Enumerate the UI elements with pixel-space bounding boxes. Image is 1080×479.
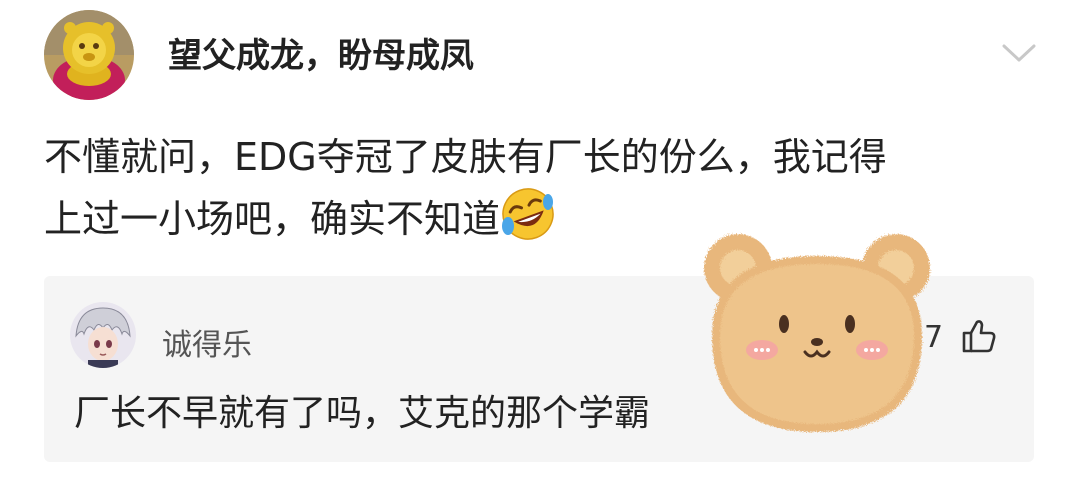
golden-lion-avatar-icon <box>44 10 134 100</box>
bear-face-sticker-icon <box>704 234 930 432</box>
thumbs-up-icon[interactable] <box>958 316 998 356</box>
rofl-emoji-icon <box>502 188 554 240</box>
author-name[interactable]: 望父成龙，盼母成凤 <box>168 34 474 78</box>
reply-author-name[interactable]: 诚得乐 <box>162 320 252 364</box>
author-avatar[interactable] <box>44 10 134 100</box>
anime-avatar-icon <box>70 302 136 368</box>
post-text-line: 不懂就问，EDG夺冠了皮肤有厂长的份么，我记得 <box>44 135 887 179</box>
comment-page: 望父成龙，盼母成凤 不懂就问，EDG夺冠了皮肤有厂长的份么，我记得 上过一小场吧… <box>0 0 1080 479</box>
chevron-down-icon[interactable] <box>1000 40 1038 66</box>
reply-text: 厂长不早就有了吗，艾克的那个学霸 <box>74 393 651 434</box>
reply-author-avatar[interactable] <box>70 302 136 368</box>
post-text-line: 上过一小场吧，确实不知道 <box>44 197 501 241</box>
